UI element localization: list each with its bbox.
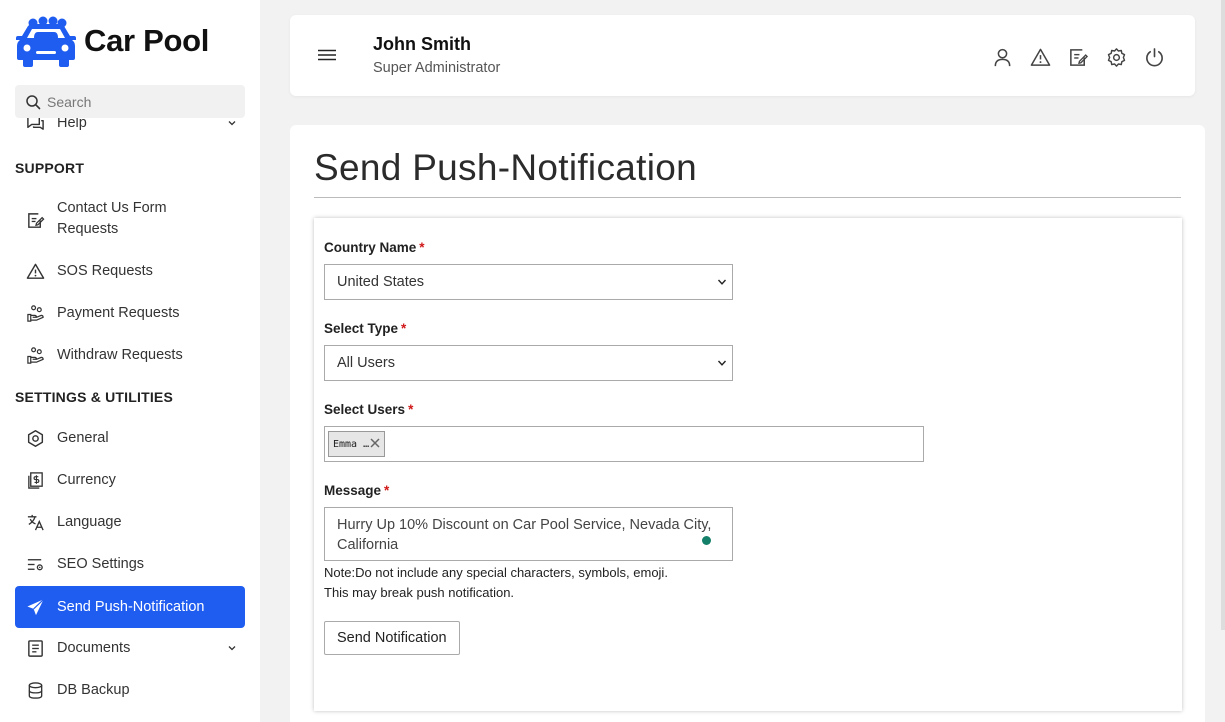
type-label: Select Type * [324, 321, 406, 336]
chevron-down-icon [228, 646, 236, 651]
page-scrollbar[interactable] [1221, 0, 1225, 630]
message-label-text: Message [324, 483, 382, 498]
sidebar-item-label: SOS Requests [57, 263, 153, 279]
title-divider [314, 197, 1181, 198]
sidebar-nav: Help SUPPORT Contact Us Form Requests SO… [0, 118, 260, 722]
sidebar-item-label: Requests [57, 221, 119, 237]
users-multiselect[interactable]: Emma … [324, 426, 924, 462]
required-mark: * [401, 321, 407, 336]
note-line: This may break push notification. [324, 585, 515, 600]
brand-name: Car Pool [84, 23, 210, 58]
sidebar-item-label-wrap: Contact Us Form Requests [57, 198, 167, 240]
sidebar-item-label: Withdraw Requests [57, 347, 183, 363]
brand-logo[interactable]: Car Pool [14, 14, 209, 68]
search-input[interactable] [47, 93, 237, 110]
edit-note-icon[interactable] [1067, 46, 1089, 68]
page-title: Send Push-Notification [314, 147, 697, 188]
required-mark: * [408, 402, 414, 417]
section-title-settings: SETTINGS & UTILITIES [15, 389, 174, 405]
chevron-down-icon [228, 121, 236, 126]
push-notification-form: Country Name * United States Select Type *… [314, 218, 1182, 711]
header-actions [991, 46, 1165, 68]
profile-icon[interactable] [991, 46, 1013, 68]
sidebar-item-label: Language [57, 514, 122, 530]
sidebar-item-db-backup[interactable]: DB Backup [15, 680, 245, 700]
country-label-text: Country Name [324, 240, 417, 255]
sidebar-item-label: General [57, 430, 109, 446]
remove-tag-icon[interactable] [369, 437, 381, 449]
sidebar-item-contact-requests[interactable]: Contact Us Form Requests [15, 198, 245, 242]
section-title-support: SUPPORT [15, 160, 85, 176]
users-label-text: Select Users [324, 402, 406, 417]
chat-icon [25, 118, 45, 133]
user-name: John Smith [373, 34, 471, 54]
sidebar-item-label: Contact Us Form [57, 200, 167, 216]
translate-icon [25, 512, 45, 532]
sidebar: Car Pool Help SUPPORT Contact Us Form Re… [0, 0, 260, 722]
search-icon [26, 94, 41, 109]
grammar-assistant-indicator[interactable] [702, 536, 711, 545]
note-line: Note:Do not include any special characte… [324, 565, 668, 580]
sidebar-item-label: Send Push-Notification [57, 599, 205, 615]
required-mark: * [384, 483, 390, 498]
sidebar-item-general[interactable]: General [15, 428, 245, 448]
database-icon [25, 680, 45, 700]
sidebar-item-withdraw-requests[interactable]: Withdraw Requests [15, 345, 245, 365]
sidebar-item-language[interactable]: Language [15, 512, 245, 532]
sidebar-item-help[interactable]: Help [15, 118, 245, 134]
message-textarea[interactable]: Hurry Up 10% Discount on Car Pool Servic… [324, 507, 733, 561]
country-select-wrap: United States [324, 264, 733, 300]
users-label: Select Users * [324, 402, 413, 417]
hamburger-menu-icon[interactable] [318, 48, 336, 62]
hand-coins-icon [25, 345, 45, 365]
document-icon [25, 638, 45, 658]
warning-icon[interactable] [1029, 46, 1051, 68]
sidebar-item-label: Documents [57, 640, 131, 656]
selected-user-label: Emma … [333, 438, 370, 450]
hand-coins-icon [25, 303, 45, 323]
message-note: Note:Do not include any special characte… [324, 563, 668, 603]
send-notification-button[interactable]: Send Notification [324, 621, 460, 655]
selected-user-tag: Emma … [328, 431, 385, 457]
type-select[interactable]: All Users [324, 345, 733, 381]
sidebar-search[interactable] [15, 85, 245, 118]
sidebar-item-documents[interactable]: Documents [15, 638, 245, 658]
top-header: John Smith Super Administrator [290, 15, 1195, 96]
send-icon [25, 597, 45, 617]
warning-icon [25, 261, 45, 281]
sidebar-item-label: Currency [57, 472, 116, 488]
main-card: Send Push-Notification Country Name * Uni… [290, 125, 1205, 722]
power-logout-icon[interactable] [1143, 46, 1165, 68]
sidebar-item-seo-settings[interactable]: SEO Settings [15, 554, 245, 574]
sidebar-item-payment-requests[interactable]: Payment Requests [15, 303, 245, 323]
country-select[interactable]: United States [324, 264, 733, 300]
type-label-text: Select Type [324, 321, 399, 336]
sidebar-item-currency[interactable]: Currency [15, 470, 245, 490]
list-settings-icon [25, 554, 45, 574]
receipt-icon [25, 470, 45, 490]
edit-note-icon [25, 210, 45, 230]
type-select-wrap: All Users [324, 345, 733, 381]
message-label: Message * [324, 483, 389, 498]
sidebar-item-send-push-notification[interactable]: Send Push-Notification [15, 586, 245, 628]
settings-gear-icon[interactable] [1105, 46, 1127, 68]
hexagon-settings-icon [25, 428, 45, 448]
country-label: Country Name * [324, 240, 425, 255]
sidebar-item-label: Help [57, 118, 87, 131]
car-pool-logo-icon [16, 16, 76, 67]
sidebar-item-label: Payment Requests [57, 305, 180, 321]
sidebar-item-label: DB Backup [57, 682, 130, 698]
sidebar-item-sos-requests[interactable]: SOS Requests [15, 261, 245, 281]
user-role: Super Administrator [373, 60, 501, 76]
sidebar-item-label: SEO Settings [57, 556, 145, 572]
required-mark: * [419, 240, 425, 255]
